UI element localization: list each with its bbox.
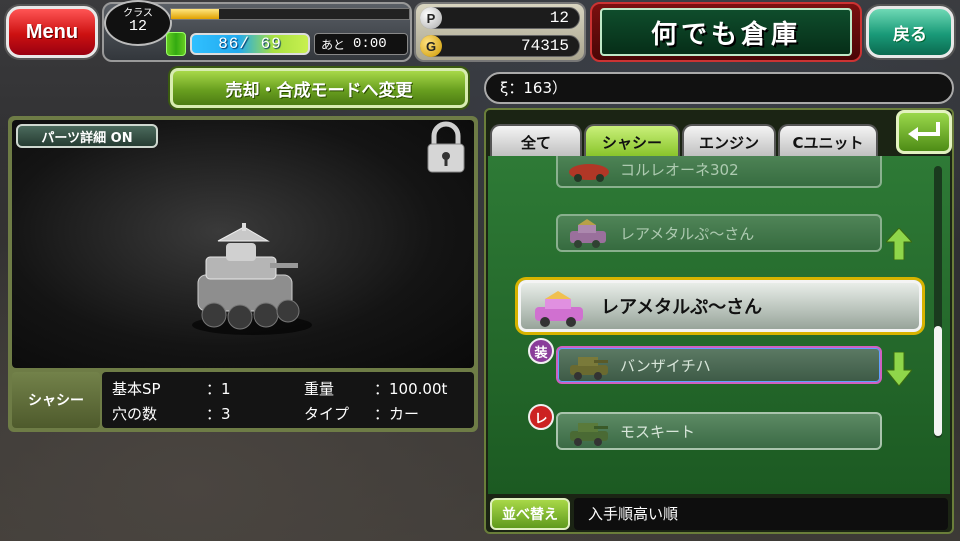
timer-value: 0:00 — [353, 36, 387, 52]
p-coin-icon: P — [420, 7, 442, 29]
fuel-can-icon — [166, 32, 186, 56]
list-item[interactable]: コルレオーネ302 — [556, 156, 882, 188]
parts-list[interactable]: コルレオーネ302 レアメタルぷ～さん レアメタルぷ～さん バンザイチハ 装 モ… — [488, 156, 950, 494]
xp-bar — [170, 8, 410, 20]
stat-value: ：3 — [206, 405, 231, 423]
tab-chassis[interactable]: シャシー — [584, 124, 680, 158]
menu-button[interactable]: Menu — [6, 6, 98, 58]
back-button[interactable]: 戻る — [866, 6, 954, 58]
list-item-selected[interactable]: レアメタルぷ～さん — [518, 280, 922, 332]
list-item-name: バンザイチハ — [620, 356, 711, 375]
list-item-name: レアメタルぷ～さん — [601, 297, 763, 318]
tab-engine[interactable]: エンジン — [682, 124, 776, 158]
part-type-label: シャシー — [12, 372, 100, 428]
part-preview — [12, 120, 474, 368]
pink-tank-thumbnail — [535, 291, 583, 327]
return-arrow-icon — [908, 122, 940, 141]
gold-coin-icon: G — [420, 35, 442, 57]
scroll-down-arrow-icon[interactable] — [886, 352, 912, 386]
tab-c-unit[interactable]: Cユニット — [778, 124, 878, 158]
p-points-value: 12 — [420, 7, 580, 29]
stat-label: 基本SP — [112, 380, 161, 398]
timer-label: あと — [321, 37, 346, 52]
gold-value: 74315 — [420, 35, 580, 57]
stat-value: ：1 — [206, 380, 231, 398]
tank-model-image — [192, 223, 312, 335]
list-item[interactable]: レアメタルぷ～さん — [556, 214, 882, 252]
class-level: 12 — [128, 18, 147, 35]
list-item[interactable]: モスキート — [556, 412, 882, 450]
list-item-name: モスキート — [620, 422, 696, 441]
sort-order-value: 入手順高い順 — [574, 498, 948, 530]
pink-tank-thumbnail — [570, 219, 606, 248]
stamina-gauge: 86/ 69 — [190, 33, 310, 55]
class-level-badge: クラス 12 — [104, 0, 172, 46]
list-item[interactable]: バンザイチハ — [556, 346, 882, 384]
return-button[interactable] — [896, 110, 952, 154]
equipped-badge: 装 — [528, 338, 554, 364]
xp-bar-fill — [171, 9, 219, 19]
sort-button[interactable]: 並べ替え — [490, 498, 570, 530]
page-title: 何でも倉庫 — [600, 8, 852, 56]
list-item-name: コルレオーネ302 — [620, 160, 739, 179]
item-count-bar: ξ：163） — [484, 72, 954, 104]
stat-label: 重量 — [304, 380, 335, 398]
green-tank-thumbnail — [570, 423, 608, 446]
stat-label: タイプ — [304, 405, 350, 423]
olive-tank-thumbnail — [570, 357, 608, 380]
stat-value: ：100.00t — [374, 380, 448, 398]
stat-value: ：カー — [374, 405, 420, 423]
tab-all[interactable]: 全て — [490, 124, 582, 158]
list-scrollbar-thumb[interactable] — [934, 326, 942, 436]
list-item-name: レアメタルぷ～さん — [620, 224, 755, 243]
lock-icon[interactable] — [418, 116, 474, 178]
recovery-timer: あと 0:00 — [314, 33, 408, 55]
stat-label: 穴の数 — [112, 405, 158, 423]
sell-combine-mode-button[interactable]: 売却・合成モードへ変更 — [170, 68, 468, 108]
part-stats-table: 基本SP ：1 重量 ：100.00t 穴の数 ：3 タイプ ：カー — [102, 372, 474, 428]
parts-detail-toggle[interactable]: パーツ詳細 ON — [16, 124, 158, 148]
rare-badge: レ — [528, 404, 554, 430]
red-car-thumbnail — [569, 164, 609, 182]
scroll-up-arrow-icon[interactable] — [886, 228, 912, 260]
